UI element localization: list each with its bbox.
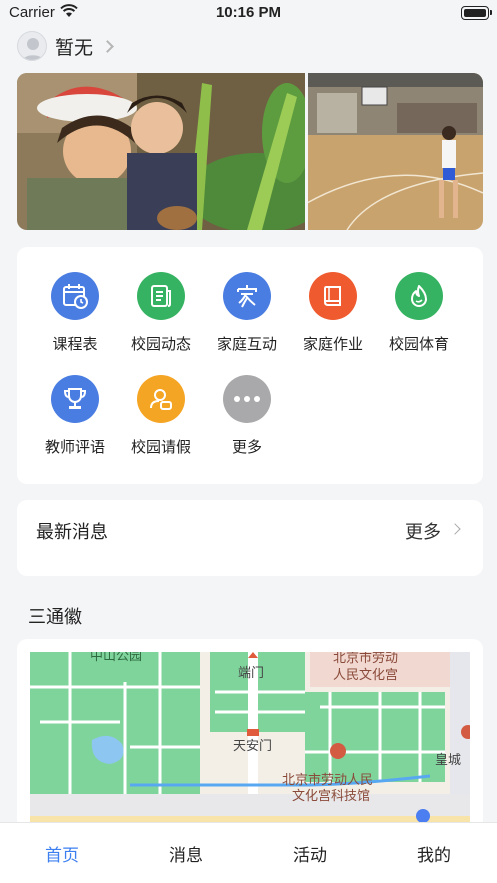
grid-label: 校园体育 — [388, 335, 449, 353]
map-card: 中山公园 端门 北京市劳动 人民文化宫 天安门 北京市劳动人民 文化宫科技馆 皇… — [17, 639, 483, 829]
news-title: 最新消息 — [36, 522, 108, 543]
grid-item-teacher-comments[interactable]: 教师评语 — [32, 375, 118, 457]
bottom-tab-bar: 首页 消息 活动 我的 — [0, 822, 497, 883]
battery-icon — [461, 6, 492, 20]
tab-home[interactable]: 首页 — [22, 841, 102, 866]
news-icon — [137, 272, 185, 320]
trophy-icon — [51, 375, 99, 423]
map-label-park: 中山公园 — [90, 652, 142, 664]
person-leave-icon — [137, 375, 185, 423]
banner-carousel[interactable] — [17, 73, 483, 230]
chevron-right-icon[interactable] — [449, 523, 461, 535]
grid-label: 家庭作业 — [302, 335, 363, 353]
tab-activities[interactable]: 活动 — [270, 841, 350, 866]
grid-item-campus-news[interactable]: 校园动态 — [118, 272, 204, 354]
flame-icon — [395, 272, 443, 320]
grid-item-more[interactable]: 更多 — [204, 375, 290, 457]
grid-label: 课程表 — [52, 335, 98, 353]
map-label-palace-1: 北京市劳动人民 — [282, 772, 373, 788]
news-more-link[interactable]: 更多 — [405, 518, 441, 544]
clock: 10:16 PM — [215, 4, 282, 21]
banner-image — [17, 73, 483, 230]
tab-messages[interactable]: 消息 — [146, 841, 226, 866]
tab-profile[interactable]: 我的 — [394, 841, 474, 866]
grid-label: 家庭互动 — [216, 335, 277, 353]
grid-item-leave-request[interactable]: 校园请假 — [118, 375, 204, 457]
grid-item-sports[interactable]: 校园体育 — [376, 272, 462, 354]
map-label-palace-2: 文化宫科技馆 — [292, 789, 370, 804]
feature-grid: 课程表 校园动态 家庭互动 家庭作业 校园体育 教师评语 校园请假 更多 — [17, 247, 483, 484]
home-character-icon — [223, 272, 271, 320]
map-view[interactable]: 中山公园 端门 北京市劳动 人民文化宫 天安门 北京市劳动人民 文化宫科技馆 皇… — [30, 652, 470, 829]
avatar[interactable] — [17, 31, 47, 61]
user-name: 暂无 — [55, 36, 94, 59]
grid-label: 校园动态 — [130, 335, 191, 353]
book-icon — [309, 272, 357, 320]
grid-label: 教师评语 — [44, 438, 105, 456]
latest-news-card: 最新消息 更多 — [17, 500, 483, 576]
map-label-imperial: 皇城 — [435, 753, 461, 768]
grid-label: 更多 — [231, 438, 262, 456]
map-label-tiananmen: 天安门 — [233, 739, 272, 754]
grid-item-homework[interactable]: 家庭作业 — [290, 272, 376, 354]
more-dots-icon — [223, 375, 271, 423]
section-title: 三通徽 — [28, 607, 82, 628]
user-profile-row[interactable]: 暂无 — [17, 29, 114, 63]
status-bar: Carrier 10:16 PM — [0, 0, 497, 26]
chevron-right-icon — [101, 39, 114, 53]
map-label-palace-top-2: 人民文化宫 — [333, 668, 398, 683]
map-label-palace-top-1: 北京市劳动 — [333, 652, 398, 666]
grid-label: 校园请假 — [130, 438, 191, 456]
user-icon — [22, 38, 44, 60]
grid-item-family-interaction[interactable]: 家庭互动 — [204, 272, 290, 354]
grid-item-schedule[interactable]: 课程表 — [32, 272, 118, 354]
map-label-gate: 端门 — [238, 666, 264, 681]
calendar-clock-icon — [51, 272, 99, 320]
